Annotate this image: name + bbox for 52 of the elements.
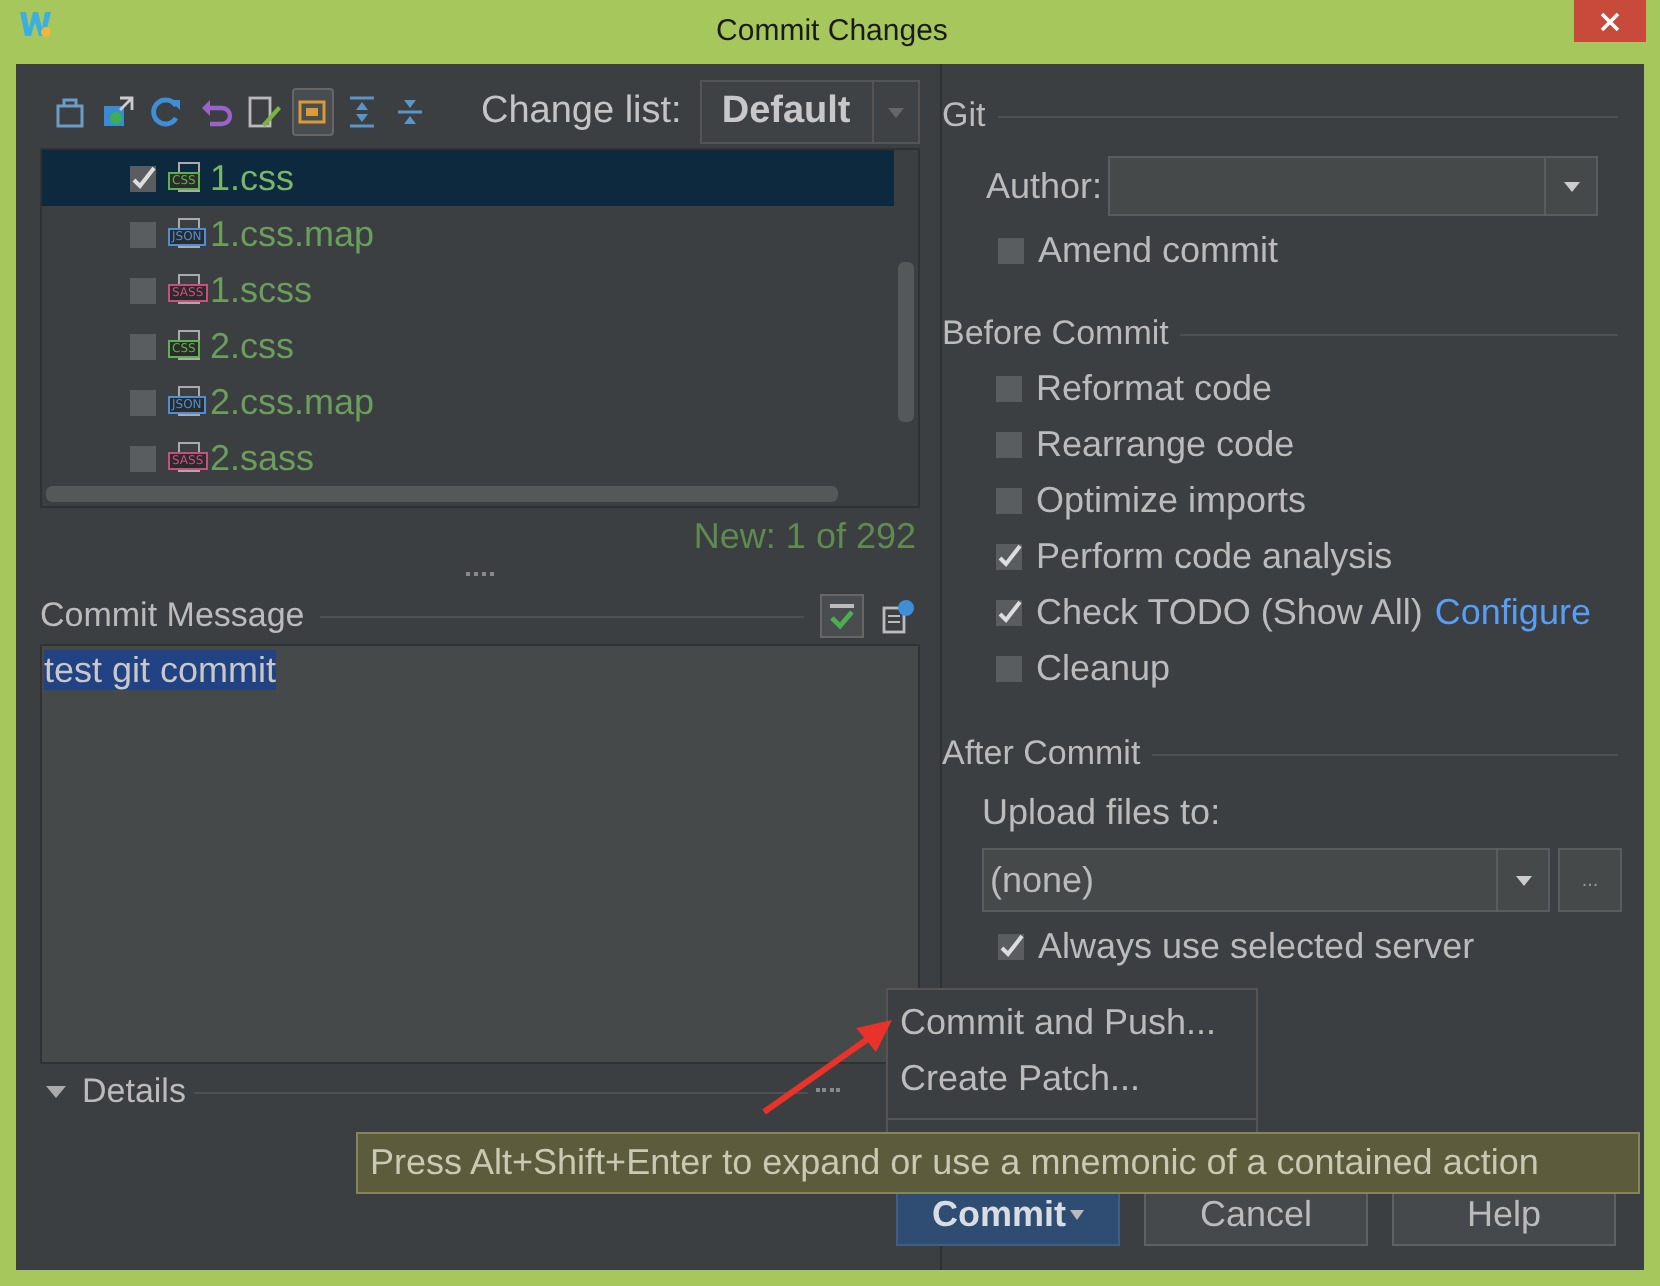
- group-icon[interactable]: [291, 88, 334, 136]
- upload-label: Upload files to:: [980, 792, 1223, 836]
- caret-icon: [1515, 875, 1532, 885]
- change-list-dropdown[interactable]: Default: [699, 80, 920, 144]
- checkbox[interactable]: [130, 333, 156, 359]
- details-toggle[interactable]: Details: [40, 1072, 186, 1112]
- close-button[interactable]: [1574, 0, 1646, 42]
- option-checkbox[interactable]: Optimize imports: [996, 479, 1307, 521]
- checkmark-icon: [998, 933, 1024, 959]
- option-checkbox[interactable]: Perform code analysis: [996, 535, 1393, 577]
- option-checkbox[interactable]: Cleanup: [996, 647, 1171, 689]
- author-label: Author:: [986, 165, 1103, 207]
- file-name: 2.sass: [210, 437, 315, 479]
- file-name: 2.css.map: [210, 381, 375, 423]
- option-checkbox[interactable]: Reformat code: [996, 367, 1273, 409]
- splitter-handle[interactable]: [816, 1087, 840, 1097]
- file-name: 1.css.map: [210, 213, 375, 255]
- splitter-handle[interactable]: [466, 571, 494, 581]
- configure-link[interactable]: Configure: [1434, 591, 1591, 633]
- spellcheck-icon[interactable]: [820, 594, 864, 638]
- amend-commit-checkbox[interactable]: Amend commit: [998, 224, 1622, 276]
- window-title: Commit Changes: [716, 14, 948, 48]
- checkbox[interactable]: [130, 165, 156, 191]
- section-title: Before Commit: [942, 314, 1169, 354]
- browse-button[interactable]: ...: [1558, 848, 1622, 912]
- option-checkbox[interactable]: Rearrange code: [996, 423, 1295, 465]
- file-count: New: 1 of 292: [691, 514, 918, 560]
- scrollbar-thumb[interactable]: [898, 262, 914, 422]
- section-title: After Commit: [942, 734, 1141, 774]
- always-use-server-checkbox[interactable]: Always use selected server: [998, 920, 1622, 972]
- file-name: 2.css: [210, 325, 295, 367]
- checkmark-icon: [996, 599, 1022, 625]
- commit-message-label: Commit Message: [40, 596, 305, 636]
- caret-icon: [1563, 181, 1580, 191]
- upload-dropdown[interactable]: (none): [982, 848, 1551, 912]
- change-list-label: Change list:: [481, 90, 682, 134]
- checkbox[interactable]: [130, 389, 156, 415]
- caret-icon: [888, 107, 904, 117]
- close-icon: [1600, 11, 1620, 31]
- checkbox[interactable]: [130, 445, 156, 471]
- checkmark-icon: [996, 543, 1022, 569]
- app-logo-icon: [20, 10, 52, 38]
- file-name: 1.css: [210, 157, 295, 199]
- triangle-icon: [46, 1084, 66, 1100]
- tooltip: Press Alt+Shift+Enter to expand or use a mnemonic of a contained action: [356, 1132, 1640, 1194]
- section-title: Git: [942, 96, 986, 136]
- history-icon[interactable]: [880, 598, 916, 634]
- checkbox[interactable]: [130, 221, 156, 247]
- file-name: 1.scss: [210, 269, 313, 311]
- checkbox[interactable]: [130, 277, 156, 303]
- scrollbar-thumb[interactable]: [46, 486, 838, 502]
- option-checkbox[interactable]: Check TODO (Show All): [996, 591, 1423, 633]
